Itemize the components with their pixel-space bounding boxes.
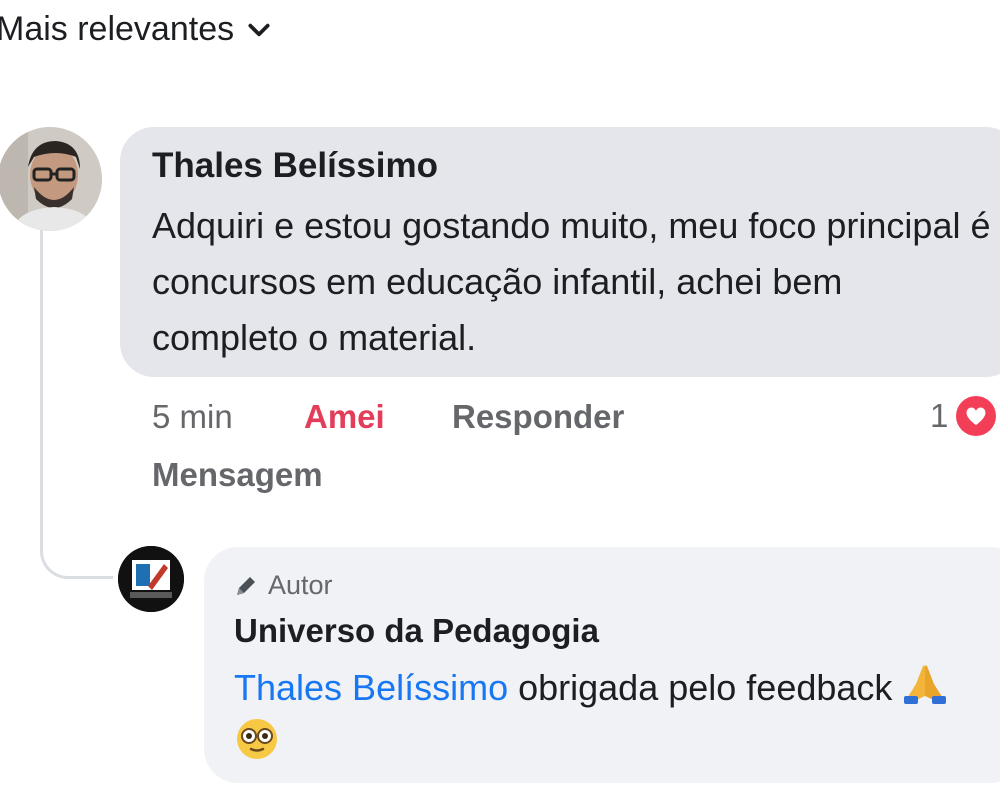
sort-dropdown[interactable]: Mais relevantes — [0, 10, 272, 49]
flushed-face-icon — [237, 719, 277, 759]
reply-message: obrigada pelo feedback — [508, 667, 903, 708]
chevron-down-icon — [248, 23, 270, 36]
mention-link[interactable]: Thales Belíssimo — [234, 667, 508, 708]
love-reaction-button[interactable]: Amei — [304, 398, 385, 436]
user-photo-icon — [0, 127, 102, 231]
thread-connector — [40, 228, 113, 579]
comment-text: Adquiri e estou gostando muito, meu foco… — [152, 205, 991, 358]
page-logo-icon — [118, 546, 184, 612]
page-avatar[interactable] — [118, 546, 184, 612]
comment-author[interactable]: Thales Belíssimo — [152, 146, 438, 186]
reaction-count: 1 — [930, 397, 949, 434]
reply-author[interactable]: Universo da Pedagogia — [234, 612, 599, 650]
reply-button[interactable]: Responder — [452, 398, 624, 436]
heart-icon — [956, 396, 997, 436]
author-badge: Autor — [234, 570, 333, 601]
message-button[interactable]: Mensagem — [152, 456, 323, 494]
reply-text: Thales Belíssimo obrigada pelo feedback — [234, 660, 974, 772]
comment-timestamp[interactable]: 5 min — [152, 398, 233, 436]
avatar[interactable] — [0, 127, 102, 231]
sort-label: Mais relevantes — [0, 10, 235, 48]
reaction-summary[interactable]: 1 — [930, 396, 997, 436]
pencil-icon — [237, 576, 255, 595]
praying-hands-icon — [904, 665, 947, 704]
author-badge-label: Autor — [268, 570, 333, 600]
